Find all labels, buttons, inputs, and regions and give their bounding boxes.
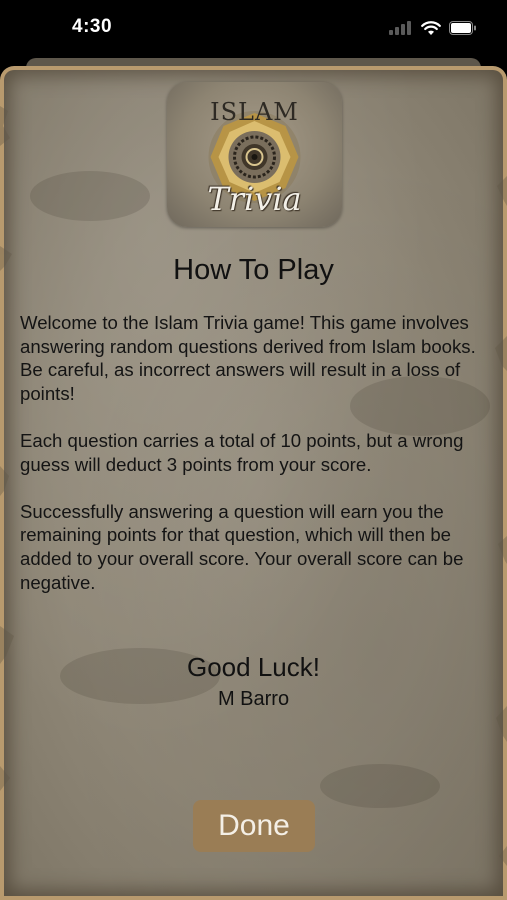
closing-text: Good Luck!: [187, 652, 320, 682]
done-button[interactable]: Done: [193, 800, 315, 852]
instructions: Welcome to the Islam Trivia game! This g…: [20, 311, 490, 618]
author-name: M Barro: [217, 688, 290, 710]
wifi-icon: [421, 20, 441, 35]
app-icon: ISLAM Trivia: [167, 82, 342, 227]
status-bar: 4:30: [0, 0, 507, 56]
app-icon-bottom-text: Trivia: [207, 180, 302, 218]
battery-icon: [449, 21, 476, 35]
instruction-paragraph: Welcome to the Islam Trivia game! This g…: [20, 312, 476, 404]
cellular-signal-icon: [389, 21, 411, 35]
instruction-paragraph: Successfully answering a question will e…: [20, 500, 464, 593]
status-time: 4:30: [72, 16, 113, 37]
page-title: How To Play: [173, 254, 334, 286]
screen: 4:30 ISLAM Trivia How To Play Welcome to…: [0, 0, 507, 900]
instruction-paragraph: Each question carries a total of 10 poin…: [20, 429, 464, 475]
app-icon-top-text: ISLAM: [210, 98, 299, 126]
status-icons: [389, 17, 477, 39]
